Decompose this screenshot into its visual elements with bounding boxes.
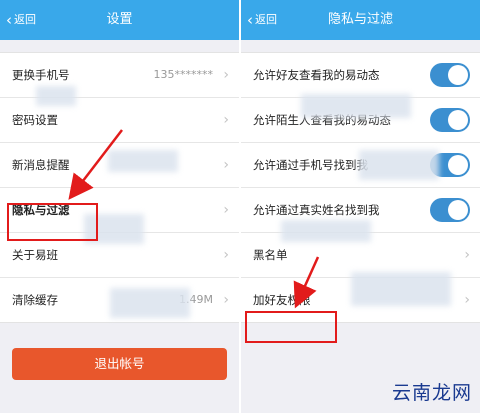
back-label: 返回 xyxy=(255,13,277,26)
privacy-item-label: 允许陌生人查看我的易动态 xyxy=(253,113,391,127)
privacy-item-strangers-view: 允许陌生人查看我的易动态 xyxy=(241,98,480,143)
chevron-right-icon: › xyxy=(223,247,229,263)
toggle-knob xyxy=(448,200,468,220)
privacy-item-friends-view: 允许好友查看我的易动态 xyxy=(241,53,480,98)
settings-item-label: 新消息提醒 xyxy=(12,158,70,172)
settings-item-label: 隐私与过滤 xyxy=(12,203,70,217)
privacy-item-label: 允许通过手机号找到我 xyxy=(253,158,368,172)
chevron-right-icon: › xyxy=(223,157,229,173)
privacy-item-label: 加好友权限 xyxy=(253,293,311,307)
settings-item-label: 清除缓存 xyxy=(12,293,58,307)
chevron-right-icon: › xyxy=(223,292,229,308)
settings-item-notifications[interactable]: 新消息提醒 › xyxy=(0,143,239,188)
privacy-item-label: 黑名单 xyxy=(253,248,288,262)
privacy-item-blacklist[interactable]: 黑名单 › xyxy=(241,233,480,278)
chevron-left-icon: ‹ xyxy=(247,11,253,29)
chevron-right-icon: › xyxy=(464,292,470,308)
settings-item-about[interactable]: 关于易班 › xyxy=(0,233,239,278)
settings-item-change-phone[interactable]: 更换手机号 135******* › xyxy=(0,53,239,98)
settings-item-label: 密码设置 xyxy=(12,113,58,127)
chevron-right-icon: › xyxy=(223,112,229,128)
toggle-knob xyxy=(448,110,468,130)
phone-number-value: 135******* xyxy=(153,68,214,81)
back-button[interactable]: ‹ 返回 xyxy=(6,0,36,40)
toggle-knob xyxy=(448,65,468,85)
chevron-left-icon: ‹ xyxy=(6,11,12,29)
privacy-item-label: 允许通过真实姓名找到我 xyxy=(253,203,380,217)
privacy-screen: ‹ 返回 隐私与过滤 允许好友查看我的易动态 允许陌生人查看我的易动态 允许通过… xyxy=(241,0,480,413)
chevron-right-icon: › xyxy=(223,202,229,218)
settings-list: 更换手机号 135******* › 密码设置 › 新消息提醒 › 隐私与过滤 … xyxy=(0,52,239,323)
watermark: 云南龙网 xyxy=(391,382,472,404)
privacy-item-add-friend-permission[interactable]: 加好友权限 › xyxy=(241,278,480,322)
privacy-item-find-by-name: 允许通过真实姓名找到我 xyxy=(241,188,480,233)
toggle-switch[interactable] xyxy=(430,63,470,87)
settings-item-password[interactable]: 密码设置 › xyxy=(0,98,239,143)
privacy-item-find-by-phone: 允许通过手机号找到我 xyxy=(241,143,480,188)
settings-screen: ‹ 返回 设置 更换手机号 135******* › 密码设置 › 新消息提醒 … xyxy=(0,0,239,413)
toggle-knob xyxy=(448,155,468,175)
chevron-right-icon: › xyxy=(223,67,229,83)
settings-item-label: 关于易班 xyxy=(12,248,58,262)
toggle-switch[interactable] xyxy=(430,108,470,132)
settings-item-clear-cache[interactable]: 清除缓存 1.49M › xyxy=(0,278,239,322)
back-label: 返回 xyxy=(14,13,36,26)
toggle-switch[interactable] xyxy=(430,153,470,177)
settings-item-label: 更换手机号 xyxy=(12,68,70,82)
chevron-right-icon: › xyxy=(464,247,470,263)
logout-button[interactable]: 退出帐号 xyxy=(12,348,227,380)
privacy-list: 允许好友查看我的易动态 允许陌生人查看我的易动态 允许通过手机号找到我 允许通过… xyxy=(241,52,480,323)
privacy-navbar: ‹ 返回 隐私与过滤 xyxy=(241,0,480,40)
back-button[interactable]: ‹ 返回 xyxy=(247,0,277,40)
toggle-switch[interactable] xyxy=(430,198,470,222)
privacy-item-label: 允许好友查看我的易动态 xyxy=(253,68,380,82)
cache-size-value: 1.49M xyxy=(179,293,213,306)
settings-navbar: ‹ 返回 设置 xyxy=(0,0,239,40)
settings-item-privacy[interactable]: 隐私与过滤 › xyxy=(0,188,239,233)
